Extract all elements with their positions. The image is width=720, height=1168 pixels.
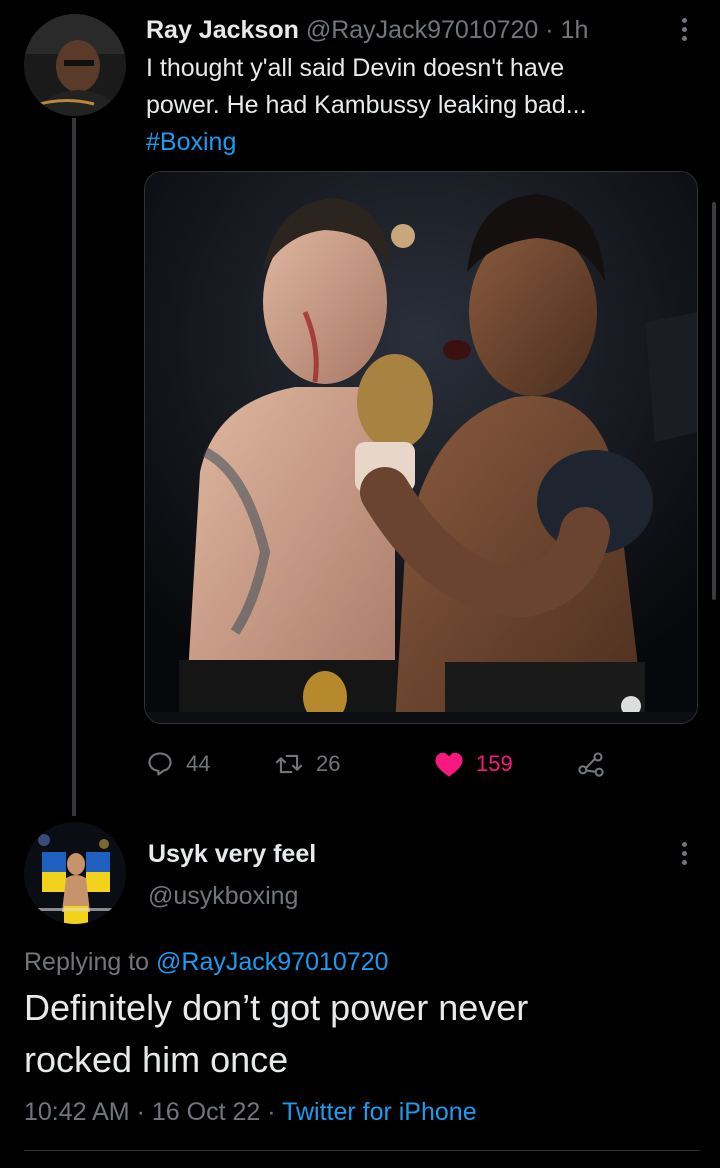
separator: ·	[267, 1098, 276, 1126]
more-options-button[interactable]	[672, 12, 696, 46]
share-icon	[578, 752, 604, 777]
user-handle[interactable]: @usykboxing	[148, 878, 298, 914]
separator: ·	[136, 1098, 145, 1126]
reply-button[interactable]: 44	[146, 742, 210, 786]
reply-count: 44	[186, 751, 211, 776]
timestamp[interactable]: 1h	[561, 16, 589, 44]
reply-icon	[148, 752, 172, 776]
avatar-ray-jackson[interactable]	[22, 12, 128, 118]
tweet-text-line: Definitely don’t got power never	[24, 987, 529, 1028]
divider	[24, 1150, 700, 1151]
tweet-text-line: I thought y'all said Devin doesn't have	[146, 54, 565, 82]
boxing-photo-image	[145, 172, 697, 723]
like-button[interactable]: 159	[434, 742, 513, 786]
tweet-text: I thought y'all said Devin doesn't have …	[146, 50, 666, 161]
retweet-icon	[275, 754, 303, 774]
hashtag-link[interactable]: #Boxing	[146, 124, 666, 161]
tweet-text: Definitely don’t got power never rocked …	[24, 982, 684, 1086]
tweet-metadata: 10:42 AM · 16 Oct 22 · Twitter for iPhon…	[24, 1092, 477, 1132]
retweet-count: 26	[316, 751, 341, 776]
avatar-image	[24, 822, 126, 924]
replying-to: Replying to @RayJack97010720	[24, 942, 389, 982]
more-icon	[672, 12, 696, 46]
more-options-button[interactable]	[672, 836, 696, 870]
retweet-button[interactable]: 26	[274, 742, 340, 786]
tweet-photo[interactable]	[144, 171, 698, 724]
avatar-image	[24, 14, 126, 116]
like-count: 159	[476, 751, 513, 776]
thread-line	[72, 96, 76, 816]
more-icon	[672, 836, 696, 870]
tweet-source-link[interactable]: Twitter for iPhone	[282, 1098, 477, 1126]
display-name[interactable]: Ray Jackson	[146, 16, 299, 44]
tweet-text-line: rocked him once	[24, 1039, 289, 1080]
avatar-usyk[interactable]	[24, 822, 126, 924]
tweet-text-line: power. He had Kambussy leaking bad...	[146, 91, 587, 119]
tweet-actions: 44 26 159	[146, 742, 616, 786]
mention-link[interactable]: @RayJack97010720	[156, 948, 388, 976]
tweet-date[interactable]: 16 Oct 22	[152, 1098, 260, 1126]
replying-prefix: Replying to	[24, 948, 150, 976]
tweet-header: Ray Jackson @RayJack97010720 · 1h	[146, 12, 666, 48]
scrollbar-thumb[interactable]	[712, 202, 716, 600]
share-button[interactable]	[576, 742, 606, 786]
user-handle[interactable]: @RayJack97010720	[306, 16, 538, 44]
display-name[interactable]: Usyk very feel	[148, 836, 316, 872]
tweet-time[interactable]: 10:42 AM	[24, 1098, 130, 1126]
separator: ·	[545, 16, 554, 44]
heart-icon	[435, 752, 463, 777]
